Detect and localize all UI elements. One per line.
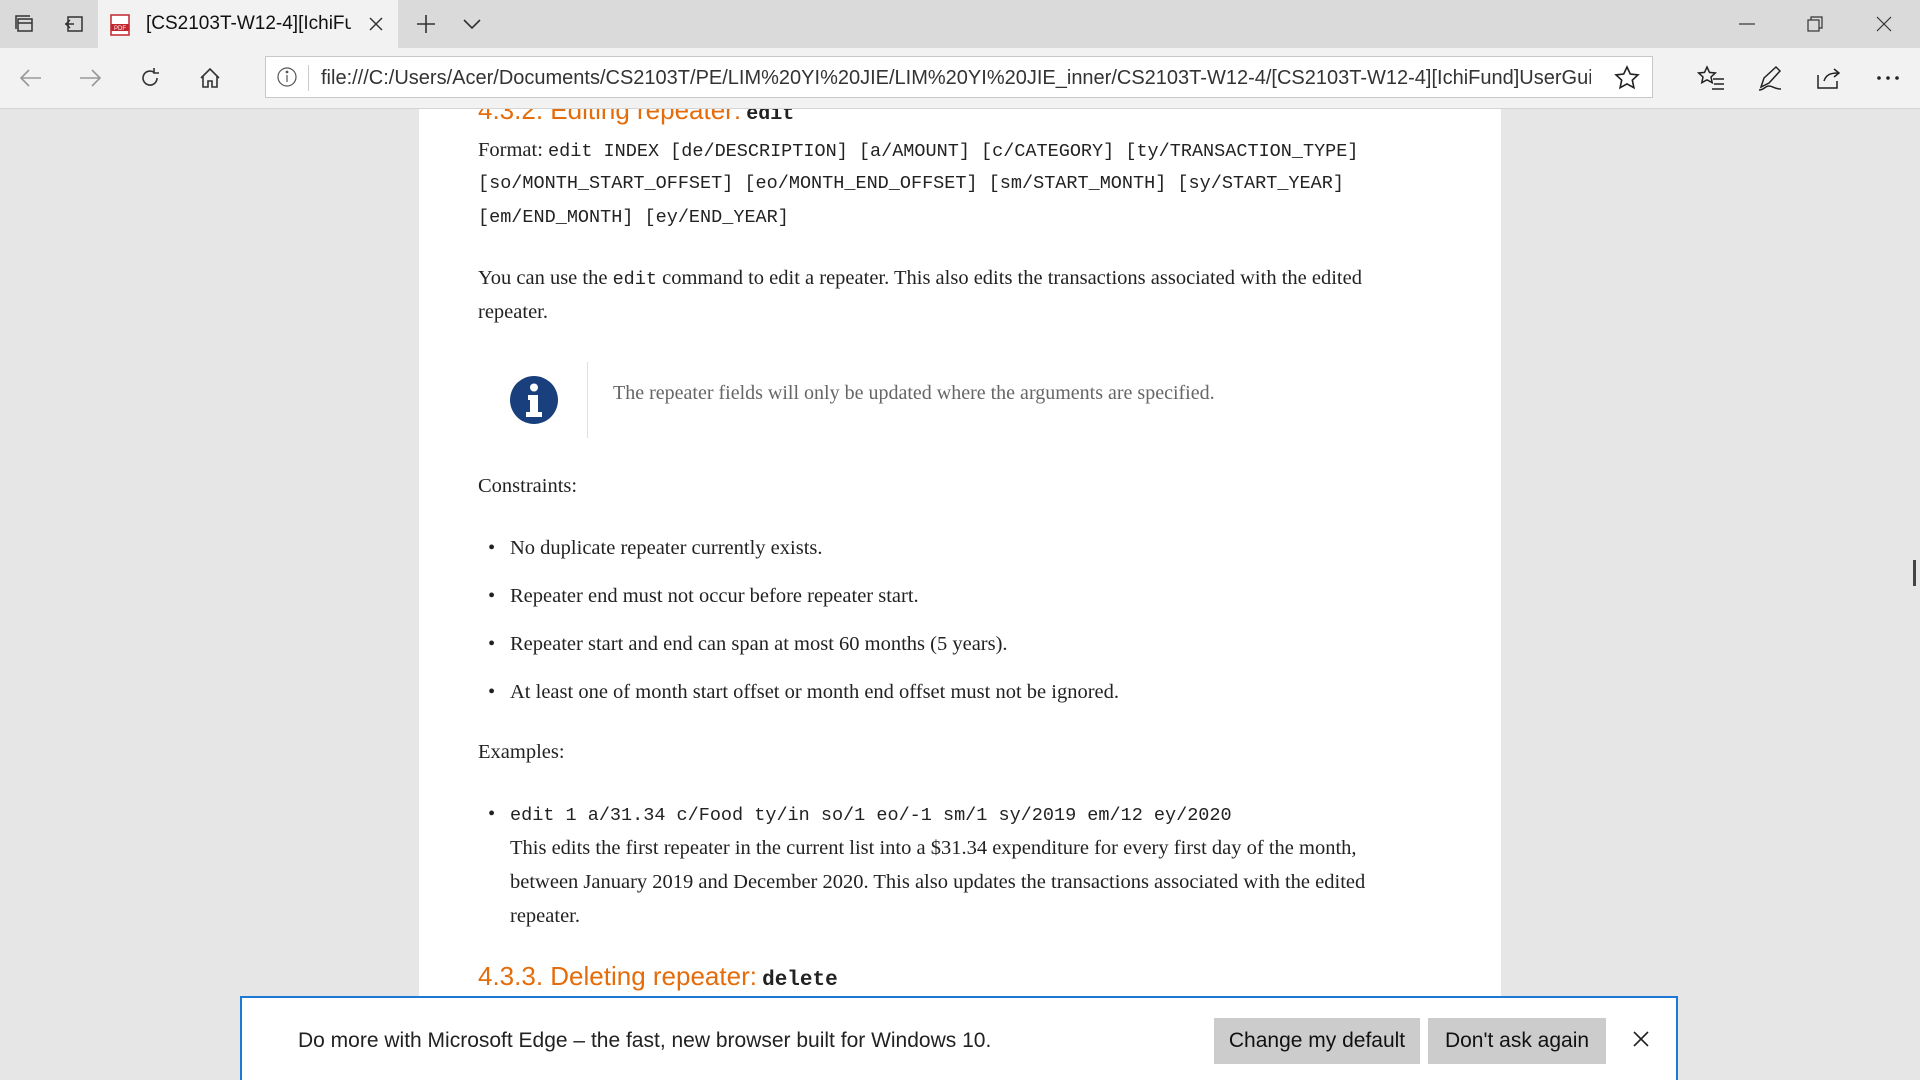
- format-syntax-2: [so/MONTH_START_OFFSET] [eo/MONTH_END_OF…: [478, 173, 1344, 194]
- refresh-icon[interactable]: [126, 54, 174, 102]
- pdf-icon: PDF: [110, 14, 130, 36]
- change-default-button[interactable]: Change my default: [1214, 1018, 1420, 1064]
- scroll-indicator[interactable]: [1913, 560, 1916, 586]
- prompt-close-icon[interactable]: [1626, 1024, 1656, 1054]
- format-label: Format:: [478, 139, 543, 161]
- list-item: • Repeater start and end can span at most…: [488, 633, 1008, 655]
- tab-title: [CS2103T-W12-4][IchiFund]UserGuide.pdf: [146, 13, 351, 34]
- default-browser-prompt: Do more with Microsoft Edge – the fast, …: [240, 996, 1678, 1080]
- example-desc-3: repeater.: [510, 905, 580, 927]
- pdf-page: 4.3.2. Editing repeater: edit Format: ed…: [419, 109, 1501, 1080]
- list-item: • At least one of month start offset or m…: [488, 681, 1120, 703]
- example-command: edit 1 a/31.34 c/Food ty/in so/1 eo/-1 s…: [510, 805, 1232, 826]
- address-bar[interactable]: file:///C:/Users/Acer/Documents/CS2103T/…: [265, 56, 1653, 98]
- favorite-star-icon[interactable]: [1614, 65, 1640, 91]
- home-icon[interactable]: [186, 54, 234, 102]
- svg-text:PDF: PDF: [114, 26, 126, 32]
- restore-icon[interactable]: [1781, 0, 1849, 48]
- new-tab-icon[interactable]: [402, 0, 450, 48]
- set-aside-tabs-icon[interactable]: [50, 0, 98, 48]
- format-syntax-3: [em/END_MONTH] [ey/END_YEAR]: [478, 207, 789, 228]
- forward-arrow-icon[interactable]: [66, 54, 114, 102]
- favorites-hub-icon[interactable]: [1687, 54, 1735, 102]
- inline-code-edit: edit: [612, 269, 657, 290]
- list-item: • Repeater end must not occur before repe…: [488, 585, 919, 607]
- address-divider: [308, 65, 309, 91]
- section-heading-partial: 4.3.2. Editing repeater: edit: [478, 109, 795, 126]
- intro-line-2: repeater.: [478, 301, 548, 323]
- intro-line-1: You can use the edit command to edit a r…: [478, 267, 1362, 290]
- tab-bar: PDF [CS2103T-W12-4][IchiFund]UserGuide.p…: [0, 0, 1920, 48]
- tab-preview-chevron-icon[interactable]: [448, 0, 496, 48]
- tab-close-icon[interactable]: [360, 8, 392, 40]
- example-item: • edit 1 a/31.34 c/Food ty/in so/1 eo/-1…: [488, 803, 1232, 826]
- tab-manager-icon[interactable]: [0, 0, 48, 48]
- next-section-heading: 4.3.3. Deleting repeater: delete: [478, 961, 838, 992]
- back-arrow-icon[interactable]: [7, 54, 55, 102]
- minimize-icon[interactable]: [1713, 0, 1781, 48]
- list-item: • No duplicate repeater currently exists.: [488, 537, 823, 559]
- tab-active[interactable]: PDF [CS2103T-W12-4][IchiFund]UserGuide.p…: [98, 0, 398, 48]
- pdf-viewport[interactable]: 4.3.2. Editing repeater: edit Format: ed…: [0, 109, 1920, 1080]
- info-note-icon: [509, 375, 559, 425]
- pen-notes-icon[interactable]: [1746, 54, 1794, 102]
- examples-label: Examples:: [478, 741, 565, 763]
- window-close-icon[interactable]: [1850, 0, 1918, 48]
- example-desc-1: This edits the first repeater in the cur…: [510, 837, 1357, 859]
- share-icon[interactable]: [1805, 54, 1853, 102]
- note-divider: [587, 362, 588, 438]
- format-line-1: Format: edit INDEX [de/DESCRIPTION] [a/A…: [478, 133, 1438, 169]
- address-url[interactable]: file:///C:/Users/Acer/Documents/CS2103T/…: [321, 67, 1591, 90]
- format-syntax-1: edit INDEX [de/DESCRIPTION] [a/AMOUNT] […: [548, 141, 1359, 162]
- constraints-label: Constraints:: [478, 475, 578, 497]
- more-options-icon[interactable]: [1864, 54, 1912, 102]
- info-icon[interactable]: [276, 66, 298, 88]
- note-text: The repeater fields will only be updated…: [613, 382, 1215, 404]
- dont-ask-again-button[interactable]: Don't ask again: [1428, 1018, 1606, 1064]
- navigation-bar: file:///C:/Users/Acer/Documents/CS2103T/…: [0, 48, 1920, 109]
- prompt-message: Do more with Microsoft Edge – the fast, …: [298, 1029, 992, 1052]
- example-desc-2: between January 2019 and December 2020. …: [510, 871, 1366, 893]
